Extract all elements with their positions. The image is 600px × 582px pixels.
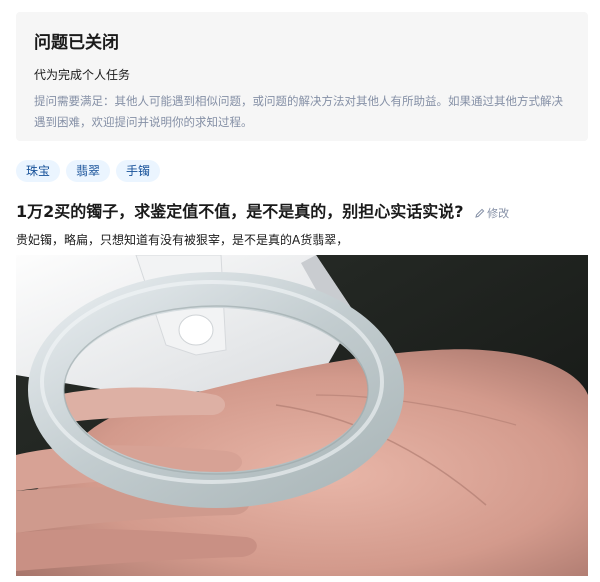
- tag-jade[interactable]: 翡翠: [66, 160, 111, 182]
- tag-jewelry[interactable]: 珠宝: [16, 160, 61, 182]
- pencil-icon: [475, 208, 485, 218]
- closed-notice: 问题已关闭 代为完成个人任务 提问需要满足：其他人可能遇到相似问题，或问题的解决…: [16, 12, 588, 141]
- notice-title: 问题已关闭: [34, 33, 119, 53]
- topic-tags: 珠宝 翡翠 手镯: [16, 160, 161, 182]
- tag-bracelet[interactable]: 手镯: [116, 160, 161, 182]
- notice-description: 提问需要满足：其他人可能遇到相似问题，或问题的解决方法对其他人有所助益。如果通过…: [34, 94, 563, 129]
- question-body: 贵妃镯，略扁，只想知道有没有被狠宰，是不是真的A货翡翠，: [16, 233, 349, 247]
- bracelet-photo-illustration: [16, 255, 588, 576]
- question-title: 1万2买的镯子，求鉴定值不值，是不是真的，别担心实话实说? 修改: [16, 198, 586, 222]
- edit-button[interactable]: 修改: [475, 207, 509, 220]
- edit-label: 修改: [487, 207, 510, 220]
- question-title-text: 1万2买的镯子，求鉴定值不值，是不是真的，别担心实话实说?: [16, 202, 464, 221]
- notice-subtitle: 代为完成个人任务: [34, 68, 131, 82]
- bracelet-photo: [16, 255, 588, 576]
